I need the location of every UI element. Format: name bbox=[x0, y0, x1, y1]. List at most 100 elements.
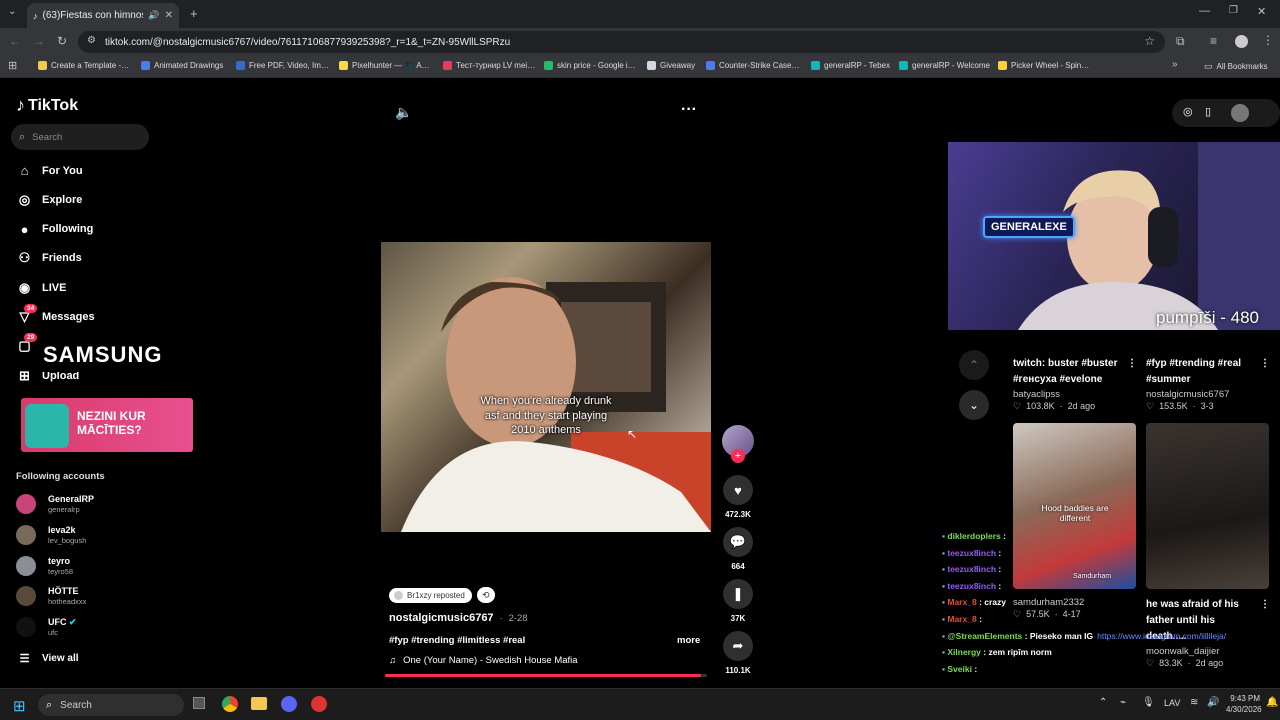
media-control-icon[interactable]: ≡ bbox=[1210, 34, 1217, 48]
suggested-video-card[interactable]: #fyp #trending #real #summer ⋮ nostalgicmu… bbox=[1146, 356, 1270, 412]
suggested-video-likes: 153.5K bbox=[1159, 401, 1188, 411]
chrome-icon[interactable] bbox=[222, 696, 238, 712]
video-player[interactable]: When you're already drunk asf and they s… bbox=[381, 242, 711, 532]
volume-icon[interactable]: 🔈 bbox=[395, 104, 412, 121]
search-input[interactable]: Search bbox=[32, 132, 62, 143]
music-row[interactable]: ♫ One (Your Name) - Swedish House Mafia bbox=[389, 655, 578, 666]
like-button[interactable]: ♥ 472.3K bbox=[722, 475, 754, 519]
apps-grid-icon[interactable]: ⊞ bbox=[8, 59, 17, 72]
notifications-icon[interactable]: 🔔 bbox=[1266, 697, 1278, 708]
bookmark-item[interactable]: Free PDF, Video, Im… bbox=[236, 61, 329, 70]
video-author[interactable]: nostalgicmusic6767 bbox=[389, 612, 494, 624]
address-bar[interactable]: ⚙ tiktok.com/@nostalgicmusic6767/video/7… bbox=[78, 31, 1165, 53]
wifi-icon[interactable]: ≋ bbox=[1190, 697, 1198, 708]
nav-item-friends[interactable]: ⚇ Friends bbox=[16, 250, 82, 267]
browser-tab[interactable]: ♪ (63)Fiestas con himnos de 2… 🔊 ✕ bbox=[27, 3, 179, 28]
tray-expand-icon[interactable]: ⌃ bbox=[1099, 697, 1107, 708]
tiktok-logo[interactable]: ♪ TikTok bbox=[16, 95, 78, 116]
bookmark-item[interactable]: Create a Template -… bbox=[38, 61, 129, 70]
task-view-icon[interactable] bbox=[193, 697, 205, 709]
reload-icon[interactable]: ↻ bbox=[57, 34, 67, 48]
repost-icon[interactable]: ⟲ bbox=[476, 587, 495, 603]
maximize-icon[interactable]: ❐ bbox=[1229, 5, 1238, 16]
ad-banner[interactable]: NEZINI KUR MĀCĪTIES? bbox=[21, 398, 193, 452]
following-account[interactable]: UFC ✔ ufc bbox=[16, 617, 77, 638]
coin-icon[interactable]: ◎ bbox=[1183, 105, 1193, 118]
next-video-button[interactable]: ⌄ bbox=[959, 390, 989, 420]
nav-item-live[interactable]: ◉ LIVE bbox=[16, 279, 67, 296]
volume-icon[interactable]: 🔊 bbox=[1207, 697, 1219, 708]
profile-avatar[interactable] bbox=[1235, 35, 1248, 48]
nav-item-messages[interactable]: ▽ 34 Messages bbox=[16, 303, 95, 326]
language-indicator[interactable]: LAV bbox=[1164, 698, 1180, 708]
save-button[interactable]: ❚ 37K bbox=[722, 579, 754, 623]
windows-start-icon[interactable]: ⊞ bbox=[13, 697, 26, 715]
bookmark-item[interactable]: generalRP - Welcome bbox=[899, 61, 990, 70]
extensions-icon[interactable]: ⧉ bbox=[1176, 34, 1185, 49]
following-account[interactable]: leva2k lev_bogush bbox=[16, 524, 86, 545]
profile-avatar-button[interactable] bbox=[1231, 104, 1249, 122]
bookmark-star-icon[interactable]: ☆ bbox=[1144, 34, 1155, 48]
suggested-video-author[interactable]: nostalgicmusic6767 bbox=[1146, 389, 1270, 400]
minimize-icon[interactable]: — bbox=[1199, 5, 1210, 17]
video-progress-track[interactable] bbox=[385, 674, 707, 677]
suggested-video-thumbnail[interactable] bbox=[1146, 423, 1269, 589]
microphone-icon[interactable]: 🎙 bbox=[1142, 697, 1155, 708]
suggested-video-card[interactable]: Hood baddies are different Samdurham samdu… bbox=[1013, 423, 1137, 620]
clock[interactable]: 9:43 PM 4/30/2026 bbox=[1226, 693, 1262, 715]
tab-search-icon[interactable]: ⌄ bbox=[8, 6, 16, 17]
author-avatar-button[interactable]: + bbox=[722, 425, 754, 463]
audio-playing-icon[interactable]: 🔊 bbox=[148, 10, 159, 21]
bookmark-item[interactable]: Picker Wheel - Spin… bbox=[998, 61, 1089, 70]
more-description-button[interactable]: more bbox=[677, 635, 700, 646]
more-options-icon[interactable]: ⋮ bbox=[1127, 356, 1137, 372]
search-box[interactable]: ⌕ Search bbox=[11, 124, 149, 150]
chat-link[interactable]: https://www.instagram.com/lillileja/ bbox=[1097, 631, 1226, 641]
bookmark-item[interactable]: Giveaway bbox=[647, 61, 695, 70]
comment-button[interactable]: 💬 664 bbox=[722, 527, 754, 571]
taskbar-search[interactable]: ⌕ Search bbox=[38, 694, 184, 716]
repost-badge[interactable]: Br1xzy reposted bbox=[389, 587, 472, 603]
browser-menu-icon[interactable]: ⋮ bbox=[1262, 33, 1274, 47]
close-window-icon[interactable]: ✕ bbox=[1257, 5, 1266, 18]
suggested-video-author[interactable]: moonwalk_daijier bbox=[1146, 646, 1270, 657]
all-bookmarks-folder[interactable]: ▭ All Bookmarks bbox=[1204, 61, 1268, 72]
following-account[interactable]: teyro teyro58 bbox=[16, 555, 73, 576]
following-account[interactable]: HÖTTE hotheadxxx bbox=[16, 586, 86, 607]
network-icon[interactable]: ⌁ bbox=[1120, 697, 1126, 708]
forward-icon[interactable]: → bbox=[33, 34, 45, 48]
previous-video-button[interactable]: ⌃ bbox=[959, 350, 989, 380]
bookmark-item[interactable]: generalRP - Tebex bbox=[811, 61, 890, 70]
share-button[interactable]: ➦ 110.1K bbox=[722, 631, 754, 675]
video-hashtags[interactable]: #fyp #trending #limitless #real bbox=[389, 635, 525, 646]
back-icon[interactable]: ← bbox=[9, 34, 21, 48]
more-options-icon[interactable]: ⋮ bbox=[1260, 356, 1270, 372]
more-options-icon[interactable]: ⋮ bbox=[1260, 597, 1270, 613]
bookmark-item[interactable]: Тест-турнир LV mei… bbox=[443, 61, 535, 70]
bookmark-item[interactable]: Counter-Strike Case… bbox=[706, 61, 799, 70]
following-account[interactable]: GeneralRP generalrp bbox=[16, 494, 94, 514]
nav-item-explore[interactable]: ◎ Explore bbox=[16, 191, 83, 208]
bookmark-item[interactable]: Pixelhunter — 🌑 A… bbox=[339, 61, 430, 70]
site-info-icon[interactable]: ⚙ bbox=[87, 35, 96, 46]
new-tab-icon[interactable]: + bbox=[190, 6, 198, 21]
view-all-button[interactable]: ☰ View all bbox=[16, 650, 79, 667]
nav-item-following[interactable]: ● Following bbox=[16, 221, 94, 238]
more-options-icon[interactable]: ··· bbox=[681, 101, 697, 119]
app-icon[interactable] bbox=[311, 696, 327, 712]
device-icon[interactable]: ▯ bbox=[1205, 105, 1211, 118]
suggested-video-author[interactable]: samdurham2332 bbox=[1013, 597, 1137, 608]
nav-item-for-you[interactable]: ⌂ For You bbox=[16, 162, 83, 179]
follow-plus-icon[interactable]: + bbox=[731, 449, 745, 463]
more-bookmarks-icon[interactable]: » bbox=[1172, 59, 1178, 70]
discord-icon[interactable] bbox=[281, 696, 297, 712]
close-tab-icon[interactable]: ✕ bbox=[165, 10, 173, 21]
file-explorer-icon[interactable] bbox=[251, 697, 267, 710]
bookmark-item[interactable]: Animated Drawings bbox=[141, 61, 223, 70]
bookmark-item[interactable]: skin price - Google i… bbox=[544, 61, 636, 70]
taskbar-search-input[interactable]: Search bbox=[60, 700, 92, 711]
account-handle: generalrp bbox=[48, 505, 80, 514]
suggested-video-thumbnail[interactable]: Hood baddies are different Samdurham bbox=[1013, 423, 1136, 589]
suggested-video-author[interactable]: batyaclipss bbox=[1013, 389, 1137, 400]
suggested-video-card[interactable]: twitch: buster #buster #генсуха #evelone… bbox=[1013, 356, 1137, 412]
